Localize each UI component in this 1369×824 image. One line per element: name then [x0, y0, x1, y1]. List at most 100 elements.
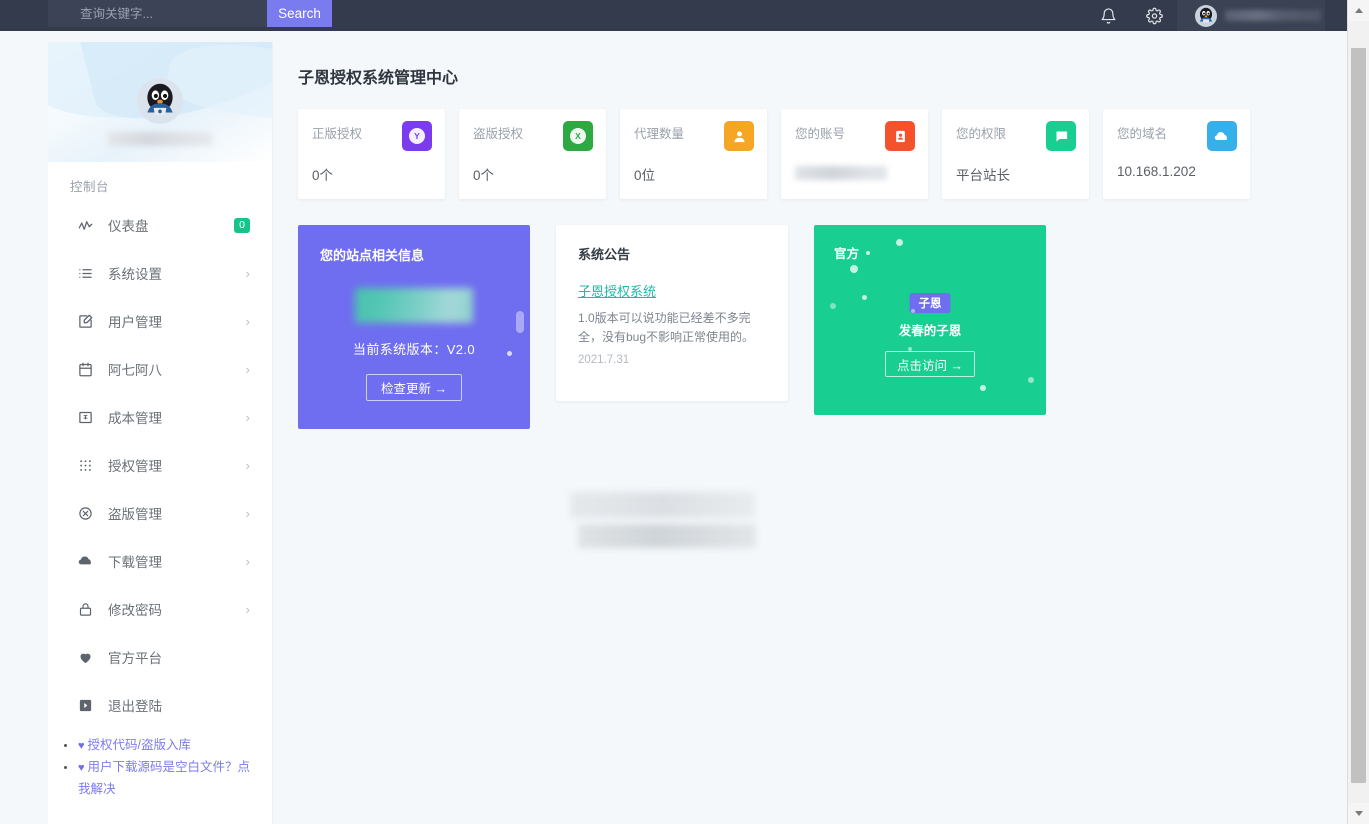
cloud-download-icon: [78, 553, 100, 569]
decor-dot: [980, 385, 986, 391]
browser-scrollbar[interactable]: [1347, 0, 1369, 824]
sidebar-item-label: 退出登陆: [108, 699, 162, 714]
check-update-button[interactable]: 检查更新 →: [366, 374, 462, 401]
search-input[interactable]: [48, 0, 267, 27]
chevron-right-icon: ›: [245, 505, 250, 521]
sidebar-item-logout[interactable]: 退出登陆: [48, 681, 272, 729]
bell-icon[interactable]: [1085, 0, 1131, 31]
sidebar-item-label: 成本管理: [108, 411, 162, 426]
decor-dot: [1028, 377, 1034, 383]
official-label: 官方: [834, 247, 860, 261]
chevron-right-icon: ›: [245, 409, 250, 425]
stat-icon-letter: X: [570, 128, 586, 144]
stat-value: 10.168.1.202: [1117, 164, 1196, 179]
chevron-right-icon: ›: [245, 361, 250, 377]
sidebar-link-label: 授权代码/盗版入库: [87, 738, 192, 752]
stat-card-your-domain[interactable]: 您的域名 10.168.1.202: [1103, 109, 1250, 199]
site-info-redacted: [355, 288, 473, 323]
chevron-right-icon: ›: [245, 457, 250, 473]
decor-dot: [862, 295, 867, 300]
username-redacted: [1225, 10, 1321, 21]
main-content: 子恩授权系统管理中心 正版授权 0个 Y 盗版授权 0个 X 代理数量 0位 您…: [273, 42, 1347, 824]
qq-penguin-avatar: [1195, 4, 1217, 27]
circle-x-icon: [78, 506, 100, 521]
sidebar-menu: 仪表盘 0 系统设置 › 用户管理 › 阿七阿八 › 成本管理 › 授权管理 ›…: [48, 201, 272, 729]
scroll-up-arrow[interactable]: [1348, 0, 1369, 21]
logout-icon: [78, 698, 100, 713]
sidebar-section-label: 控制台: [70, 180, 110, 194]
activity-chart-icon: [78, 218, 100, 233]
browser-viewport: Search: [0, 0, 1369, 824]
decor-dot: [516, 311, 524, 333]
cloud-domain-icon: [1207, 121, 1237, 151]
decor-dot: [908, 347, 912, 351]
sidebar-item-download-management[interactable]: 下载管理 ›: [48, 537, 272, 585]
sidebar-item-piracy-management[interactable]: 盗版管理 ›: [48, 489, 272, 537]
sidebar-item-aqiaba[interactable]: 阿七阿八 ›: [48, 345, 272, 393]
sidebar-item-label: 仪表盘: [108, 219, 149, 234]
user-account-menu[interactable]: [1177, 0, 1325, 31]
redacted-line: [570, 492, 755, 518]
stat-value: 0个: [473, 168, 495, 183]
system-notice-panel: 系统公告 子恩授权系统 1.0版本可以说功能已经差不多完全，没有bug不影响正常…: [556, 225, 788, 401]
notice-link[interactable]: 子恩授权系统: [578, 281, 656, 300]
stat-icon-letter: Y: [409, 128, 425, 144]
banner-wave-decor: [163, 42, 272, 134]
decor-dot: [866, 251, 870, 255]
decor-dot: [507, 351, 512, 356]
redacted-content-block: [570, 492, 756, 548]
heart-icon: ♥: [78, 762, 85, 774]
redacted-line: [578, 524, 756, 548]
sidebar-link-blank-file-help[interactable]: ♥ 用户下载源码是空白文件？点我解决: [62, 757, 262, 800]
money-box-icon: [78, 410, 100, 425]
search-button[interactable]: Search: [267, 0, 332, 27]
stat-card-your-permission[interactable]: 您的权限 平台站长: [942, 109, 1089, 199]
account-value-redacted: [795, 166, 887, 180]
grid-dots-icon: [78, 458, 100, 473]
sidebar-item-cost-management[interactable]: 成本管理 ›: [48, 393, 272, 441]
stat-value: 平台站长: [956, 168, 1010, 183]
decor-dot: [830, 303, 836, 309]
chevron-right-icon: ›: [245, 313, 250, 329]
gear-icon[interactable]: [1131, 0, 1177, 31]
official-platform-panel: 官方 子恩 发春的子恩 点击访问 →: [814, 225, 1046, 415]
sidebar-item-change-password[interactable]: 修改密码 ›: [48, 585, 272, 633]
decor-dot: [896, 239, 903, 246]
stat-card-your-account[interactable]: 您的账号: [781, 109, 928, 199]
list-settings-icon: [78, 266, 100, 281]
scroll-down-arrow[interactable]: [1348, 803, 1369, 824]
site-info-panel: 您的站点相关信息 当前系统版本：V2.0 检查更新 →: [298, 225, 530, 429]
page-title: 子恩授权系统管理中心: [298, 70, 459, 87]
official-subtitle: 发春的子恩: [898, 324, 962, 338]
sidebar-item-system-settings[interactable]: 系统设置 ›: [48, 249, 272, 297]
stat-value: 0位: [634, 168, 656, 183]
brand-badge: 子恩: [909, 293, 951, 313]
top-header-bar: Search: [0, 0, 1347, 31]
scrollbar-thumb[interactable]: [1351, 48, 1366, 783]
sidebar-banner: [48, 42, 272, 162]
avatar[interactable]: [137, 78, 183, 124]
notice-title: 系统公告: [578, 247, 631, 262]
sidebar-item-user-management[interactable]: 用户管理 ›: [48, 297, 272, 345]
calendar-icon: [78, 362, 100, 377]
stat-card-pirated-license[interactable]: 盗版授权 0个 X: [459, 109, 606, 199]
notice-date: 2021.7.31: [578, 354, 630, 366]
decor-dot: [850, 265, 858, 273]
stat-cards-row: 正版授权 0个 Y 盗版授权 0个 X 代理数量 0位 您的账号 您的权限 平台…: [273, 88, 1347, 199]
stat-card-agent-count[interactable]: 代理数量 0位: [620, 109, 767, 199]
sidebar-item-label: 阿七阿八: [108, 363, 162, 378]
stat-card-genuine-license[interactable]: 正版授权 0个 Y: [298, 109, 445, 199]
sidebar-item-label: 盗版管理: [108, 507, 162, 522]
sidebar-item-label: 修改密码: [108, 603, 162, 618]
sidebar-item-official-platform[interactable]: 官方平台: [48, 633, 272, 681]
notice-body: 1.0版本可以说功能已经差不多完全，没有bug不影响正常使用的。: [578, 311, 755, 344]
search-area: Search: [48, 0, 332, 27]
sidebar-link-license-code[interactable]: ♥ 授权代码/盗版入库: [62, 735, 262, 757]
sidebar-item-dashboard[interactable]: 仪表盘 0: [48, 201, 272, 249]
visit-official-button[interactable]: 点击访问 →: [885, 351, 975, 377]
licensed-badge-icon: Y: [402, 121, 432, 151]
sidebar-item-label: 用户管理: [108, 315, 162, 330]
sidebar-item-license-management[interactable]: 授权管理 ›: [48, 441, 272, 489]
sidebar-footer-links: ♥ 授权代码/盗版入库 ♥ 用户下载源码是空白文件？点我解决: [48, 729, 272, 800]
id-card-icon: [885, 121, 915, 151]
